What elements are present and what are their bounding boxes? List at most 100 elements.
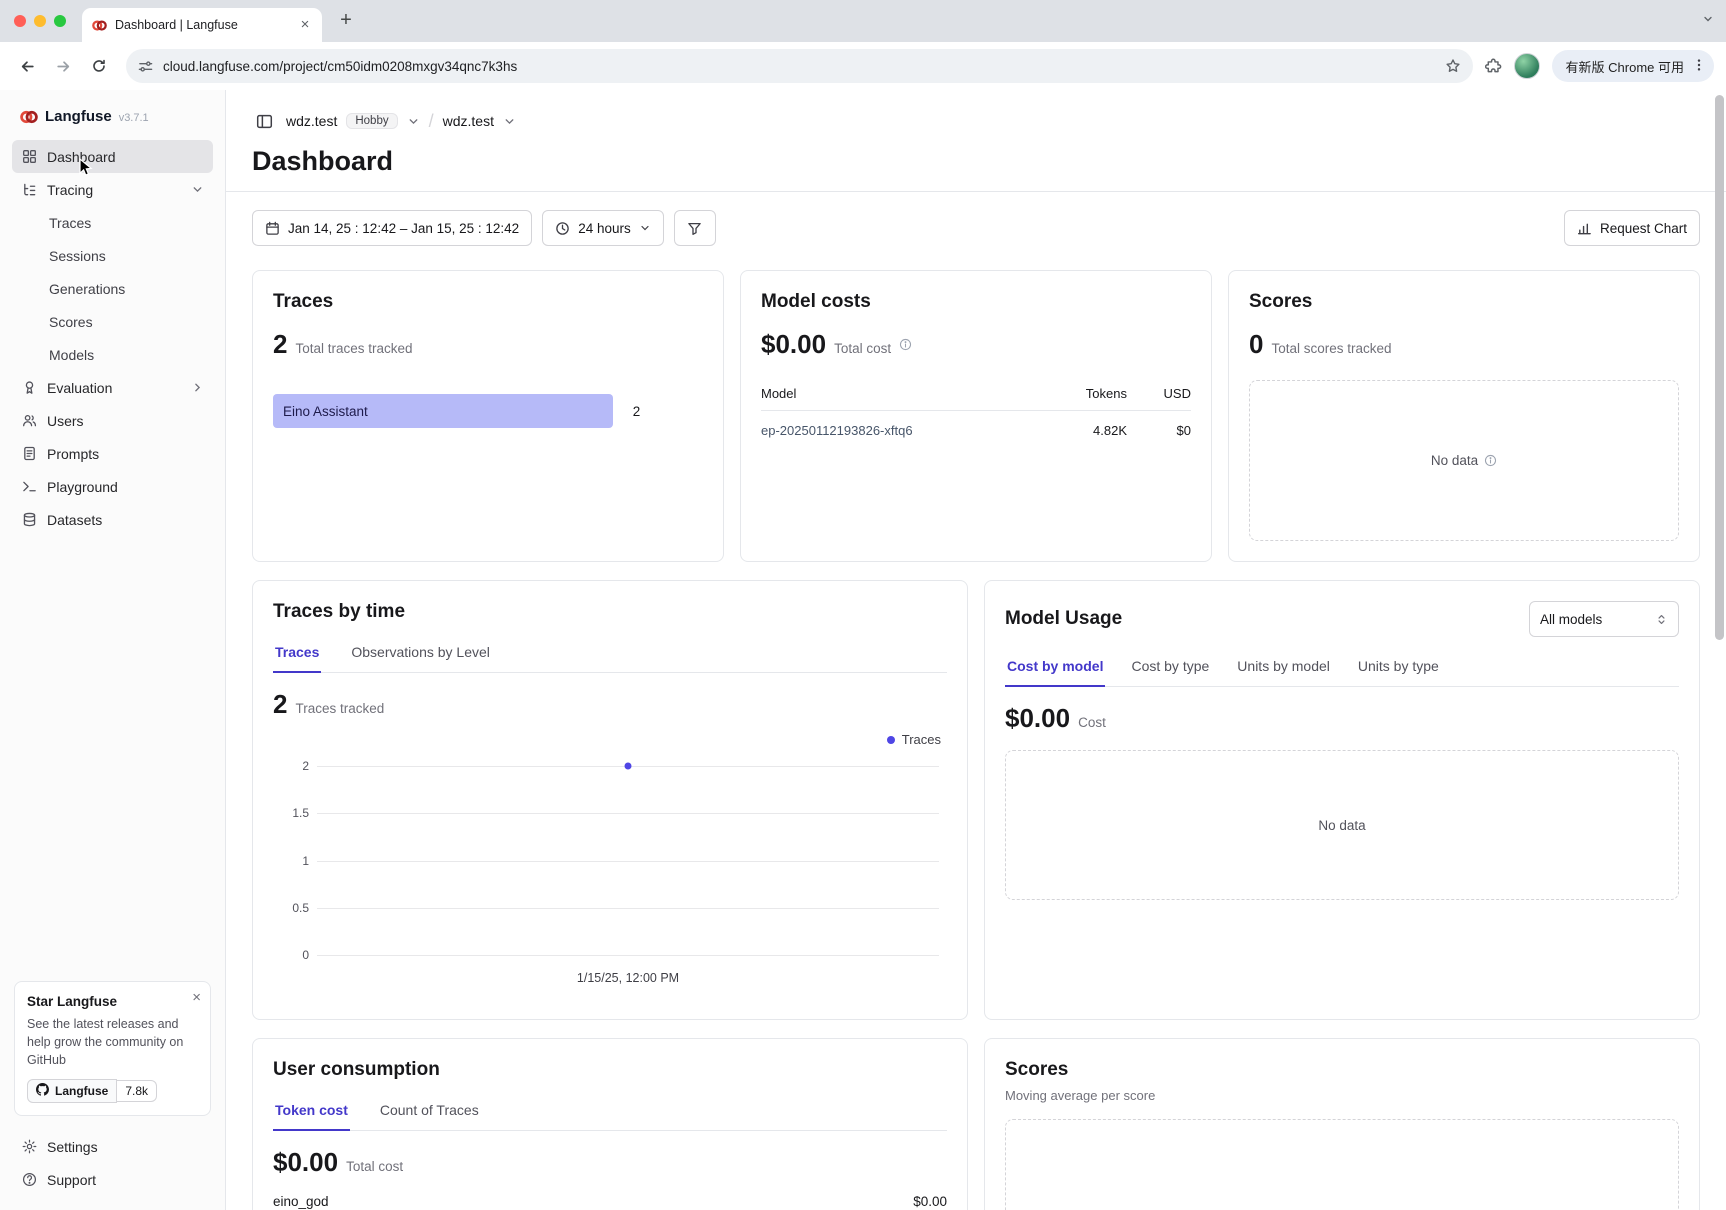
date-range-picker[interactable]: Jan 14, 25 : 12:42 – Jan 15, 25 : 12:42 <box>252 210 532 246</box>
browser-tab[interactable]: Dashboard | Langfuse × <box>82 8 322 42</box>
app-version: v3.7.1 <box>119 112 149 124</box>
tab-search-chevron-icon[interactable] <box>1702 12 1714 30</box>
chevron-down-icon[interactable] <box>191 183 204 196</box>
model-usage-cost-caption: Cost <box>1078 715 1106 730</box>
profile-avatar[interactable] <box>1514 53 1540 79</box>
sidebar-item-label: Generations <box>49 281 125 297</box>
chart-ytick-label: 1 <box>279 854 309 868</box>
sidebar-item-generations[interactable]: Generations <box>12 272 213 305</box>
chart-gridline <box>317 813 939 814</box>
sidebar-item-models[interactable]: Models <box>12 338 213 371</box>
gear-icon <box>21 1139 37 1154</box>
sidebar-item-label: Models <box>49 347 94 363</box>
tab-cost-by-type[interactable]: Cost by type <box>1129 649 1211 687</box>
chart-data-point[interactable] <box>625 763 632 770</box>
site-settings-icon[interactable] <box>138 59 153 74</box>
sidebar-item-datasets[interactable]: Datasets <box>12 503 213 536</box>
bookmark-star-icon[interactable] <box>1445 58 1461 74</box>
chevron-down-icon[interactable] <box>407 115 420 128</box>
user-consumption-row[interactable]: eino_god $0.00 <box>273 1194 947 1209</box>
cell-usd: $0 <box>1127 423 1191 438</box>
chevron-down-icon[interactable] <box>503 115 516 128</box>
chevron-right-icon[interactable] <box>191 381 204 394</box>
zoom-window-button[interactable] <box>54 15 66 27</box>
time-preset-dropdown[interactable]: 24 hours <box>542 210 664 246</box>
github-star-button[interactable]: Langfuse <box>27 1079 117 1103</box>
browser-tab-strip: Dashboard | Langfuse × + <box>0 0 1726 42</box>
card-subtitle: Moving average per score <box>1005 1088 1679 1103</box>
close-icon[interactable]: × <box>192 989 201 1006</box>
calendar-icon <box>265 221 280 236</box>
chart-gridline <box>317 908 939 909</box>
star-card-title: Star Langfuse <box>27 994 198 1009</box>
traces-tracked-caption: Traces tracked <box>295 701 384 716</box>
sidebar-item-sessions[interactable]: Sessions <box>12 239 213 272</box>
chrome-update-button[interactable]: 有新版 Chrome 可用 <box>1552 50 1714 82</box>
cell-model: ep-20250112193826-xftq6 <box>761 423 1037 438</box>
sidebar-item-dashboard[interactable]: Dashboard <box>12 140 213 173</box>
brand[interactable]: Langfuse v3.7.1 <box>12 104 213 128</box>
model-usage-tabs: Cost by model Cost by type Units by mode… <box>1005 649 1679 687</box>
no-data-label: No data <box>1431 453 1478 468</box>
model-filter-select[interactable]: All models <box>1529 601 1679 637</box>
trace-name-bar[interactable]: Eino Assistant <box>273 394 613 428</box>
address-bar[interactable]: cloud.langfuse.com/project/cm50idm0208mx… <box>126 49 1473 83</box>
sidebar-item-label: Users <box>47 413 84 429</box>
info-icon <box>899 338 912 351</box>
tab-cost-by-model[interactable]: Cost by model <box>1005 649 1105 687</box>
sidebar-toggle-button[interactable] <box>252 109 277 134</box>
info-icon <box>1484 454 1497 467</box>
sidebar-item-traces[interactable]: Traces <box>12 206 213 239</box>
breadcrumb-project[interactable]: wdz.test <box>443 113 494 129</box>
back-button[interactable] <box>12 51 42 81</box>
sidebar-item-playground[interactable]: Playground <box>12 470 213 503</box>
cell-tokens: 4.82K <box>1037 423 1127 438</box>
tab-observations-by-level[interactable]: Observations by Level <box>349 635 492 673</box>
sidebar-item-label: Dashboard <box>47 149 116 165</box>
new-tab-button[interactable]: + <box>332 7 360 35</box>
sidebar-item-prompts[interactable]: Prompts <box>12 437 213 470</box>
reload-button[interactable] <box>84 51 114 81</box>
sidebar-item-evaluation[interactable]: Evaluation <box>12 371 213 404</box>
browser-menu-kebab-icon[interactable] <box>1692 58 1706 75</box>
breadcrumb-org[interactable]: wdz.test <box>286 113 337 129</box>
tab-token-cost[interactable]: Token cost <box>273 1093 350 1131</box>
tab-traces[interactable]: Traces <box>273 635 321 673</box>
filter-button[interactable] <box>674 210 716 246</box>
sidebar-item-label: Playground <box>47 479 118 495</box>
extensions-puzzle-icon[interactable] <box>1485 58 1502 75</box>
user-consumption-caption: Total cost <box>346 1159 403 1174</box>
page-scrollbar[interactable] <box>1715 95 1724 640</box>
date-range-label: Jan 14, 25 : 12:42 – Jan 15, 25 : 12:42 <box>288 221 519 236</box>
clock-icon <box>555 221 570 236</box>
tab-units-by-model[interactable]: Units by model <box>1235 649 1332 687</box>
request-chart-button[interactable]: Request Chart <box>1564 210 1700 246</box>
trace-name-bar-row[interactable]: Eino Assistant 2 <box>273 394 703 428</box>
forward-button[interactable] <box>48 51 78 81</box>
sidebar-item-settings[interactable]: Settings <box>12 1130 213 1163</box>
request-chart-label: Request Chart <box>1600 221 1687 236</box>
table-header: Model Tokens USD <box>761 386 1191 411</box>
tab-units-by-type[interactable]: Units by type <box>1356 649 1441 687</box>
model-filter-value: All models <box>1540 612 1602 627</box>
tab-close-icon[interactable]: × <box>296 16 314 34</box>
chart-ytick-label: 2 <box>279 759 309 773</box>
model-costs-card: Model costs $0.00 Total cost Model Token… <box>740 270 1212 562</box>
header-divider <box>226 191 1726 192</box>
sidebar-item-tracing[interactable]: Tracing <box>12 173 213 206</box>
user-consumption-tabs: Token cost Count of Traces <box>273 1093 947 1131</box>
close-window-button[interactable] <box>14 15 26 27</box>
sidebar-item-users[interactable]: Users <box>12 404 213 437</box>
sidebar-item-scores[interactable]: Scores <box>12 305 213 338</box>
minimize-window-button[interactable] <box>34 15 46 27</box>
list-tree-icon <box>21 182 37 197</box>
sidebar-item-support[interactable]: Support <box>12 1163 213 1196</box>
star-card-body: See the latest releases and help grow th… <box>27 1015 198 1069</box>
chevron-down-icon <box>639 222 651 234</box>
langfuse-logo-icon <box>20 108 38 126</box>
tab-count-of-traces[interactable]: Count of Traces <box>378 1093 481 1131</box>
card-title: Traces <box>273 291 703 313</box>
github-icon <box>36 1083 49 1099</box>
table-row[interactable]: ep-20250112193826-xftq6 4.82K $0 <box>761 411 1191 450</box>
legend-label: Traces <box>902 732 941 747</box>
